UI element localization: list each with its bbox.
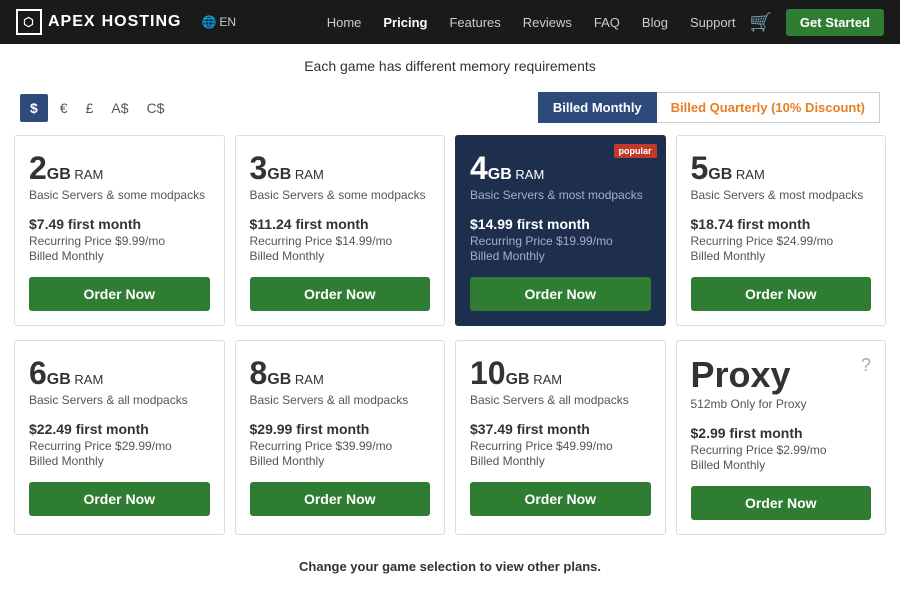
get-started-button[interactable]: Get Started: [786, 9, 884, 36]
plan-first-price-4gb: $14.99 first month: [470, 216, 651, 232]
order-button-4gb[interactable]: Order Now: [470, 277, 651, 311]
popular-badge: popular: [614, 144, 657, 158]
navbar: ⬡ APEX HOSTING 🌐 EN Home Pricing Feature…: [0, 0, 900, 44]
plan-first-price-8gb: $29.99 first month: [250, 421, 431, 437]
plan-recurring-proxy: Recurring Price $2.99/mo: [691, 443, 872, 457]
order-button-5gb[interactable]: Order Now: [691, 277, 872, 311]
order-button-3gb[interactable]: Order Now: [250, 277, 431, 311]
plan-first-price-5gb: $18.74 first month: [691, 216, 872, 232]
plan-desc-3gb: Basic Servers & some modpacks: [250, 188, 431, 202]
plan-billed-proxy: Billed Monthly: [691, 458, 872, 472]
plan-title-5gb: 5GB RAM: [691, 152, 872, 184]
billing-quarterly-button[interactable]: Billed Quarterly (10% Discount): [657, 92, 880, 123]
plan-recurring-6gb: Recurring Price $29.99/mo: [29, 439, 210, 453]
plan-desc-8gb: Basic Servers & all modpacks: [250, 393, 431, 407]
cart-icon[interactable]: 🛒: [750, 12, 772, 33]
page-subtitle: Each game has different memory requireme…: [0, 44, 900, 84]
plan-first-price-6gb: $22.49 first month: [29, 421, 210, 437]
controls-bar: $ € £ A$ C$ Billed Monthly Billed Quarte…: [0, 84, 900, 135]
plan-4gb: popular 4GB RAM Basic Servers & most mod…: [455, 135, 666, 326]
plan-recurring-10gb: Recurring Price $49.99/mo: [470, 439, 651, 453]
billing-toggle: Billed Monthly Billed Quarterly (10% Dis…: [538, 92, 880, 123]
plan-billed-6gb: Billed Monthly: [29, 454, 210, 468]
plan-desc-4gb: Basic Servers & most modpacks: [470, 188, 651, 202]
plan-recurring-4gb: Recurring Price $19.99/mo: [470, 234, 651, 248]
currency-selector: $ € £ A$ C$: [20, 94, 170, 122]
currency-eur[interactable]: €: [54, 96, 74, 120]
plan-recurring-3gb: Recurring Price $14.99/mo: [250, 234, 431, 248]
proxy-help-icon[interactable]: ?: [861, 355, 871, 376]
globe-icon: 🌐: [201, 15, 216, 29]
plan-billed-3gb: Billed Monthly: [250, 249, 431, 263]
brand-apex: APEX: [48, 13, 96, 31]
plan-title-8gb: 8GB RAM: [250, 357, 431, 389]
order-button-proxy[interactable]: Order Now: [691, 486, 872, 520]
plan-first-price-2gb: $7.49 first month: [29, 216, 210, 232]
plan-5gb: 5GB RAM Basic Servers & most modpacks $1…: [676, 135, 887, 326]
plan-3gb: 3GB RAM Basic Servers & some modpacks $1…: [235, 135, 446, 326]
plan-title-2gb: 2GB RAM: [29, 152, 210, 184]
nav-home[interactable]: Home: [327, 15, 362, 30]
plan-10gb: 10GB RAM Basic Servers & all modpacks $3…: [455, 340, 666, 535]
plan-desc-10gb: Basic Servers & all modpacks: [470, 393, 651, 407]
pricing-grid-row2: 6GB RAM Basic Servers & all modpacks $22…: [0, 340, 900, 549]
plan-first-price-proxy: $2.99 first month: [691, 425, 872, 441]
nav-reviews[interactable]: Reviews: [523, 15, 572, 30]
nav-pricing[interactable]: Pricing: [383, 15, 427, 30]
currency-aud[interactable]: A$: [105, 96, 134, 120]
nav-features[interactable]: Features: [449, 15, 500, 30]
logo-icon: ⬡: [16, 9, 42, 35]
language-selector[interactable]: 🌐 EN: [201, 15, 236, 29]
plan-desc-proxy: 512mb Only for Proxy: [691, 397, 872, 411]
plan-recurring-5gb: Recurring Price $24.99/mo: [691, 234, 872, 248]
plan-billed-2gb: Billed Monthly: [29, 249, 210, 263]
footer-note: Change your game selection to view other…: [0, 549, 900, 590]
currency-gbp[interactable]: £: [80, 96, 100, 120]
plan-first-price-10gb: $37.49 first month: [470, 421, 651, 437]
plan-billed-5gb: Billed Monthly: [691, 249, 872, 263]
plan-desc-5gb: Basic Servers & most modpacks: [691, 188, 872, 202]
plan-title-3gb: 3GB RAM: [250, 152, 431, 184]
brand-logo: ⬡ APEX HOSTING: [16, 9, 181, 35]
lang-label: EN: [219, 15, 236, 29]
nav-blog[interactable]: Blog: [642, 15, 668, 30]
currency-usd[interactable]: $: [20, 94, 48, 122]
plan-billed-8gb: Billed Monthly: [250, 454, 431, 468]
order-button-8gb[interactable]: Order Now: [250, 482, 431, 516]
plan-recurring-2gb: Recurring Price $9.99/mo: [29, 234, 210, 248]
plan-desc-2gb: Basic Servers & some modpacks: [29, 188, 210, 202]
plan-title-6gb: 6GB RAM: [29, 357, 210, 389]
plan-billed-10gb: Billed Monthly: [470, 454, 651, 468]
nav-support[interactable]: Support: [690, 15, 736, 30]
brand-hosting: HOSTING: [102, 13, 182, 31]
nav-links: Home Pricing Features Reviews FAQ Blog S…: [327, 15, 736, 30]
plan-first-price-3gb: $11.24 first month: [250, 216, 431, 232]
pricing-grid-row1: 2GB RAM Basic Servers & some modpacks $7…: [0, 135, 900, 340]
currency-cad[interactable]: C$: [141, 96, 171, 120]
plan-proxy: ? Proxy 512mb Only for Proxy $2.99 first…: [676, 340, 887, 535]
plan-2gb: 2GB RAM Basic Servers & some modpacks $7…: [14, 135, 225, 326]
plan-title-proxy: Proxy: [691, 357, 872, 393]
plan-recurring-8gb: Recurring Price $39.99/mo: [250, 439, 431, 453]
order-button-6gb[interactable]: Order Now: [29, 482, 210, 516]
plan-8gb: 8GB RAM Basic Servers & all modpacks $29…: [235, 340, 446, 535]
billing-monthly-button[interactable]: Billed Monthly: [538, 92, 657, 123]
order-button-2gb[interactable]: Order Now: [29, 277, 210, 311]
order-button-10gb[interactable]: Order Now: [470, 482, 651, 516]
plan-desc-6gb: Basic Servers & all modpacks: [29, 393, 210, 407]
plan-billed-4gb: Billed Monthly: [470, 249, 651, 263]
nav-faq[interactable]: FAQ: [594, 15, 620, 30]
plan-title-10gb: 10GB RAM: [470, 357, 651, 389]
plan-6gb: 6GB RAM Basic Servers & all modpacks $22…: [14, 340, 225, 535]
